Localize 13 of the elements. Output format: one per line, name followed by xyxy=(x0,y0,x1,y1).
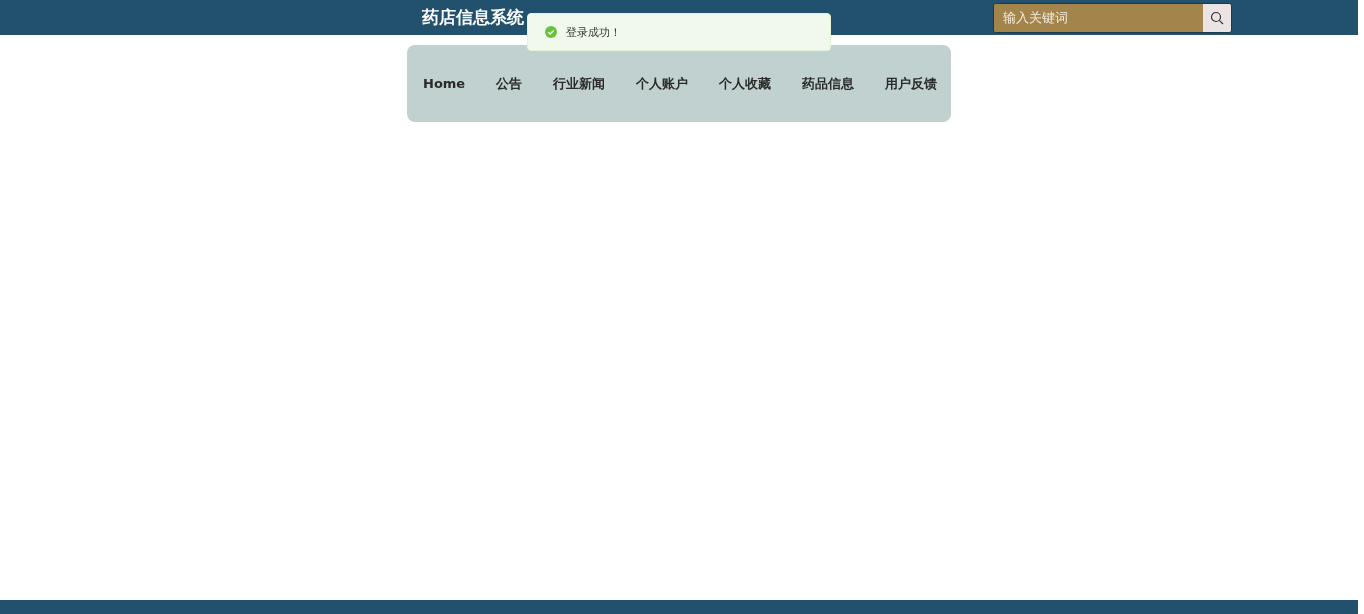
search-icon xyxy=(1210,10,1224,25)
nav-link[interactable]: 个人账户 xyxy=(636,74,689,93)
nav-link[interactable]: 公告 xyxy=(496,74,523,93)
nav-link[interactable]: 用户反馈 xyxy=(885,74,937,93)
site-title: 药店信息系统 xyxy=(422,6,524,29)
check-icon xyxy=(545,26,557,38)
nav-link[interactable]: Home xyxy=(423,76,466,91)
nav-link[interactable]: 行业新闻 xyxy=(553,74,606,93)
nav-link[interactable]: 药品信息 xyxy=(802,74,855,93)
nav-link[interactable]: 个人收藏 xyxy=(719,74,772,93)
search-field[interactable]: 输入关键词 xyxy=(993,2,1232,33)
toast-text: 登录成功！ xyxy=(566,24,621,40)
search-button[interactable] xyxy=(1203,3,1231,32)
